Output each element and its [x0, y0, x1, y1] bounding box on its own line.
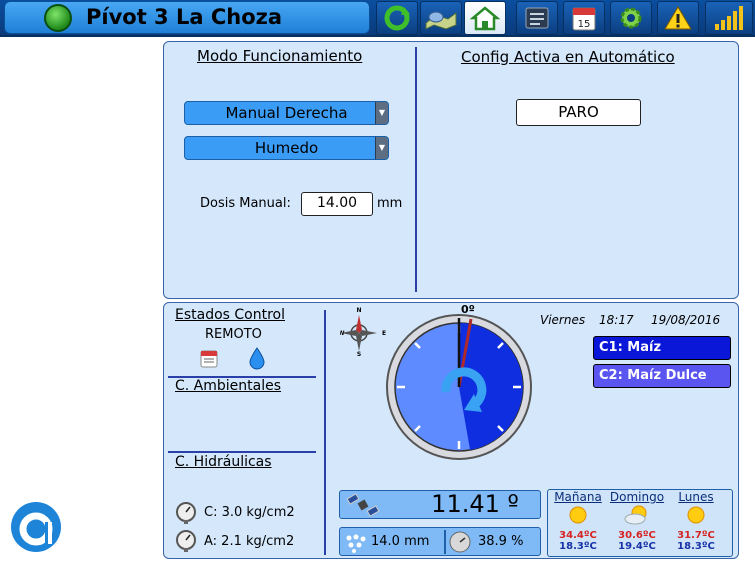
chevron-down-icon: ▼	[375, 137, 388, 159]
crop-2-button[interactable]: C2: Maíz Dulce	[593, 364, 731, 388]
pressure-gauge-icon	[176, 502, 196, 524]
settings-button[interactable]	[610, 1, 652, 35]
estados-title: Estados Control	[175, 307, 286, 323]
weather-low: 19.4ºC	[618, 541, 656, 552]
speed-value: 38.9 %	[478, 534, 524, 549]
weather-day-label: Lunes	[678, 490, 714, 504]
leaf-logo-icon	[44, 4, 72, 32]
brand-logo-icon	[11, 502, 61, 552]
page-title: Pívot 3 La Choza	[86, 5, 283, 29]
weather-low: 18.3ºC	[677, 541, 715, 552]
compass-n-label: N	[356, 307, 361, 314]
alarm-button[interactable]	[657, 1, 699, 35]
status-paro-box: PARO	[516, 99, 641, 126]
signal-icon	[715, 6, 743, 30]
calendar-icon: 15	[572, 7, 596, 31]
compass-rose-icon: N S E W	[340, 307, 386, 357]
sun-icon	[569, 506, 587, 524]
water-speed-readout: 14.0 mm 38.9 %	[339, 527, 541, 556]
weather-day-label: Mañana	[554, 490, 602, 504]
pressure-a-value: A: 2.1 kg/cm2	[204, 534, 295, 549]
panel-divider	[324, 310, 326, 555]
weather-day-1: Mañana 34.4ºC 18.3ºC	[550, 490, 606, 552]
crop-1-button[interactable]: C1: Maíz	[593, 336, 731, 360]
dose-label: Dosis Manual:	[200, 196, 291, 211]
ambientales-title: C. Ambientales	[175, 378, 282, 394]
calendar-icon	[200, 350, 218, 368]
angle-readout: 11.41 º	[339, 490, 541, 519]
modo-title: Modo Funcionamiento	[197, 47, 363, 65]
calendar-button[interactable]: 15	[563, 1, 605, 35]
pivot-dial	[386, 314, 532, 460]
water-drop-icon	[249, 347, 265, 370]
weather-high: 31.7ºC	[677, 530, 715, 541]
dose-input[interactable]: 14.00	[301, 192, 373, 216]
panel-divider	[415, 47, 417, 292]
gear-icon	[620, 7, 642, 29]
satellite-icon	[346, 493, 380, 517]
hidraulicas-title: C. Hidráulicas	[175, 454, 272, 470]
date-label: 19/08/2016	[651, 313, 721, 327]
weather-day-label: Domingo	[609, 490, 665, 504]
compass-s-label: S	[357, 351, 361, 357]
weather-day-3: Lunes 31.7ºC 18.3ºC	[668, 490, 724, 552]
weather-low: 18.3ºC	[559, 541, 597, 552]
warning-icon	[664, 6, 692, 30]
rain-drops-icon	[346, 534, 366, 553]
refresh-button[interactable]	[376, 1, 418, 35]
readout-divider	[444, 530, 446, 554]
weather-day-2: Domingo 30.6ºC 19.4ºC	[609, 490, 665, 552]
angle-value: 11.41 º	[431, 490, 519, 518]
pressure-c-value: C: 3.0 kg/cm2	[204, 505, 295, 520]
day-label: Viernes	[540, 313, 586, 327]
type-select[interactable]: Humedo ▼	[184, 136, 389, 160]
map-button[interactable]	[420, 1, 462, 35]
mode-select[interactable]: Manual Derecha ▼	[184, 101, 389, 125]
signal-button[interactable]	[705, 1, 753, 35]
svg-text:15: 15	[578, 19, 591, 30]
settings-panel	[163, 41, 739, 299]
map-icon	[425, 11, 457, 30]
refresh-icon	[384, 5, 410, 31]
home-button[interactable]	[464, 1, 506, 35]
water-depth-value: 14.0 mm	[371, 534, 430, 549]
partly-cloudy-icon	[624, 505, 647, 525]
dose-unit: mm	[377, 196, 403, 211]
section-divider	[168, 451, 316, 453]
weather-high: 30.6ºC	[618, 530, 656, 541]
speedometer-icon	[449, 531, 471, 553]
list-button[interactable]	[516, 1, 558, 35]
config-title: Config Activa en Automático	[461, 48, 675, 66]
home-icon	[470, 6, 500, 31]
list-icon	[525, 7, 549, 29]
sun-icon	[687, 506, 705, 524]
chevron-down-icon: ▼	[375, 102, 388, 124]
type-select-value: Humedo	[254, 139, 319, 157]
control-mode-label: REMOTO	[205, 327, 262, 342]
weather-high: 34.4ºC	[559, 530, 597, 541]
time-label: 18:17	[599, 313, 634, 327]
mode-select-value: Manual Derecha	[225, 104, 348, 122]
pressure-gauge-icon	[176, 530, 196, 552]
